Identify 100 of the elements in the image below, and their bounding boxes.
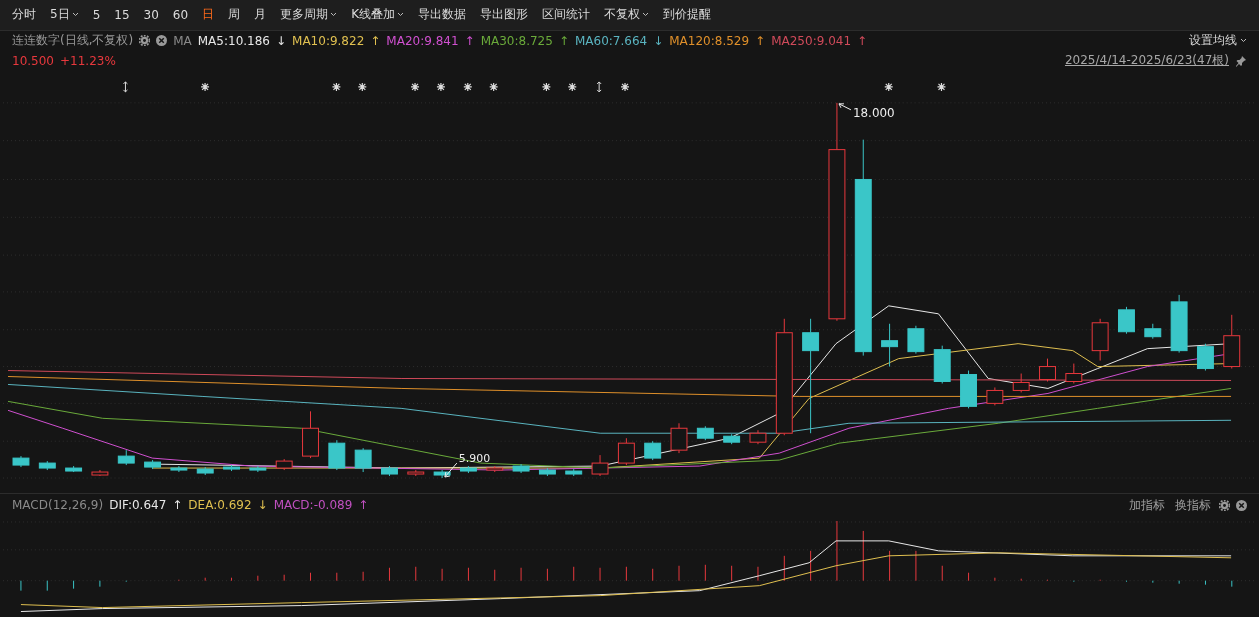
close-icon[interactable]	[1236, 499, 1247, 511]
candlestick	[1065, 362, 1083, 384]
candlestick	[881, 322, 899, 367]
candlestick	[565, 468, 583, 477]
asterisk-icon	[620, 82, 630, 92]
indicator-value: DEA:0.692	[188, 498, 252, 513]
candlestick	[591, 454, 609, 477]
ma-value: MA250:9.041	[771, 33, 852, 48]
ma-settings-button[interactable]: 设置均线	[1189, 32, 1247, 50]
high-price-label: 18.000	[852, 105, 895, 120]
period-tab[interactable]: 60	[166, 5, 195, 24]
last-price: 10.500	[12, 53, 54, 68]
asterisk-icon	[463, 82, 473, 92]
chart-title: 连连数字(日线,不复权)	[12, 32, 134, 50]
period-tab[interactable]: 导出数据	[412, 4, 472, 26]
candlestick	[538, 467, 556, 477]
candlestick	[696, 425, 714, 441]
asterisk-icon	[410, 82, 420, 92]
ma-value: MA20:9.841	[386, 33, 459, 48]
period-tab[interactable]: 5日	[44, 4, 85, 26]
trend-arrow: ↑	[358, 498, 369, 513]
asterisk-icon	[884, 82, 894, 92]
candlestick	[1223, 314, 1241, 369]
period-tab[interactable]: 15	[108, 5, 136, 24]
period-tab[interactable]: 30	[137, 5, 165, 24]
candlestick	[381, 465, 398, 477]
double-arrow-icon	[122, 81, 128, 93]
close-icon[interactable]	[156, 35, 168, 47]
candlestick	[433, 469, 451, 479]
period-tab[interactable]: 导出图形	[474, 4, 534, 26]
trend-arrow: ↑	[464, 33, 475, 48]
candlestick	[1039, 357, 1056, 382]
ma-value: MA30:8.725	[480, 33, 553, 48]
period-tab[interactable]: 区间统计	[536, 4, 596, 26]
date-range-link[interactable]: 2025/4/14-2025/6/23(47根)	[1064, 52, 1229, 70]
period-tab[interactable]: K线叠加	[345, 4, 410, 26]
candlestick	[960, 369, 977, 409]
settings-icon[interactable]	[1219, 499, 1230, 511]
indicator-button[interactable]: 加指标	[1127, 496, 1167, 514]
candlestick	[249, 465, 267, 473]
period-tab[interactable]: 更多周期	[274, 4, 344, 26]
trend-arrow: ↓	[257, 498, 268, 513]
candlestick	[723, 433, 741, 445]
candlestick	[644, 440, 662, 461]
trend-arrow: ↑	[370, 33, 381, 48]
candlestick	[144, 459, 162, 470]
asterisk-icon	[331, 82, 341, 92]
candlestick	[1012, 372, 1030, 393]
period-tab[interactable]: 月	[248, 4, 273, 26]
indicator-title: MACD(12,26,9)	[12, 498, 104, 513]
candlestick	[670, 422, 688, 454]
candlestick	[91, 469, 109, 477]
trend-arrow: ↑	[857, 33, 868, 48]
candlestick	[907, 324, 925, 354]
ma-value: MA5:10.186	[197, 33, 270, 48]
ma-value: MA10:9.822	[292, 33, 365, 48]
trend-arrow: ↑	[558, 33, 569, 48]
candlestick	[933, 344, 951, 384]
candlestick	[1170, 294, 1188, 353]
double-arrow-icon	[596, 81, 602, 93]
trend-arrow: ↓	[276, 33, 287, 48]
candlestick	[986, 386, 1004, 406]
candlestick	[407, 469, 425, 477]
low-price-label: 5.900	[458, 451, 491, 465]
candlestick	[486, 465, 504, 473]
candlestick	[275, 458, 293, 471]
price-change: +11.23%	[60, 53, 116, 68]
ma-value: MA60:7.664	[574, 33, 648, 48]
candlestick	[302, 410, 319, 459]
period-tab[interactable]: 分时	[6, 4, 42, 26]
asterisk-icon	[357, 82, 367, 92]
indicator-value: DIF:0.647	[109, 498, 167, 513]
asterisk-icon	[489, 82, 499, 92]
pin-icon[interactable]	[1235, 54, 1247, 67]
candlestick	[1091, 317, 1109, 361]
period-tab[interactable]: 到价提醒	[657, 4, 717, 26]
indicator-button[interactable]: 换指标	[1173, 496, 1213, 514]
period-tab[interactable]: 5	[86, 5, 107, 24]
candlestick	[354, 447, 372, 473]
candlestick	[65, 465, 83, 473]
candlestick	[1144, 322, 1162, 339]
asterisk-icon	[541, 82, 551, 92]
candlestick	[196, 466, 214, 476]
trend-arrow: ↓	[653, 33, 664, 48]
indicator-value: MACD:-0.089	[273, 498, 353, 513]
trend-arrow: ↑	[755, 33, 766, 48]
settings-icon[interactable]	[139, 35, 151, 47]
pointer-arrow	[444, 462, 458, 478]
candlestick	[38, 460, 56, 471]
candlestick	[117, 449, 135, 466]
candlestick	[617, 437, 635, 466]
candlestick	[170, 465, 188, 473]
pointer-arrow	[838, 103, 852, 110]
candlestick	[328, 439, 346, 471]
period-tab[interactable]: 周	[222, 4, 247, 26]
period-tab[interactable]: 日	[196, 4, 221, 26]
period-tab[interactable]: 不复权	[598, 4, 655, 26]
asterisk-icon	[936, 82, 947, 92]
ma-label: MA	[173, 33, 192, 48]
candlestick	[1118, 306, 1135, 334]
